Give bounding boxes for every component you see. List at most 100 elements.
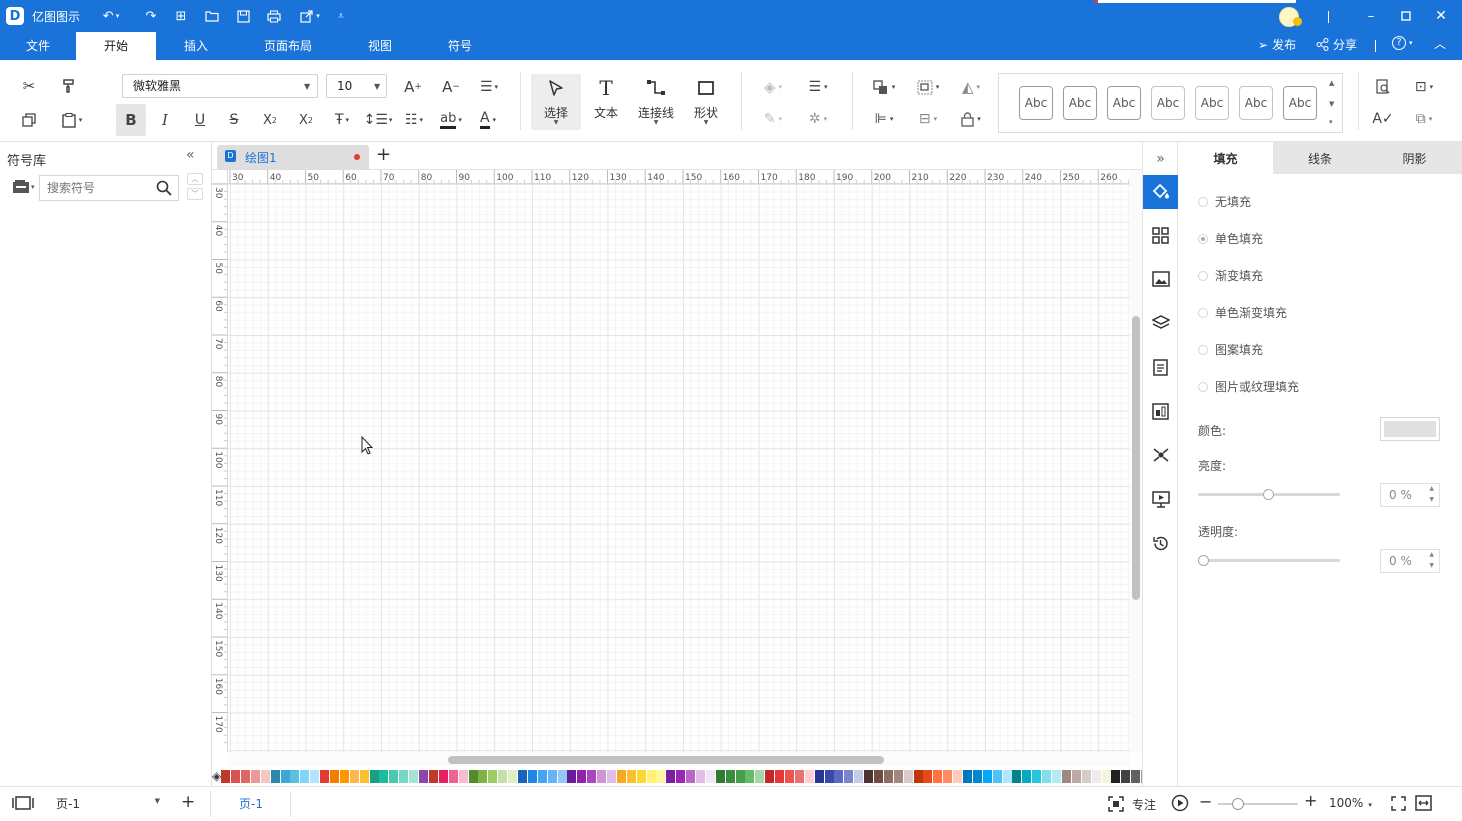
- zoom-slider-thumb[interactable]: [1232, 798, 1244, 810]
- palette-swatch[interactable]: [1131, 769, 1141, 783]
- palette-swatch[interactable]: [695, 769, 705, 783]
- decrease-font-icon[interactable]: A −: [440, 76, 462, 98]
- fullscreen-icon[interactable]: [1391, 796, 1406, 814]
- export-icon[interactable]: ▾: [296, 6, 324, 26]
- spell-check-icon[interactable]: A✓: [1372, 108, 1394, 130]
- maximize-icon[interactable]: [1395, 6, 1417, 26]
- palette-swatch[interactable]: [597, 769, 607, 783]
- tab-line[interactable]: 线条: [1273, 142, 1367, 174]
- palette-swatch[interactable]: [428, 769, 438, 783]
- palette-swatch[interactable]: [775, 769, 785, 783]
- zoom-slider[interactable]: [1218, 798, 1298, 810]
- fill-option-gradient[interactable]: 渐变填充: [1198, 267, 1263, 284]
- mind-map-icon[interactable]: [1143, 438, 1178, 472]
- palette-swatch[interactable]: [1121, 769, 1131, 783]
- zoom-out-icon[interactable]: −: [1199, 792, 1212, 811]
- style-sample[interactable]: Abc: [1195, 86, 1229, 120]
- page-view-icon[interactable]: [12, 796, 34, 813]
- palette-swatch[interactable]: [854, 769, 864, 783]
- palette-swatch[interactable]: [260, 769, 270, 783]
- fill-option-none[interactable]: 无填充: [1198, 193, 1251, 210]
- line-spacing-icon[interactable]: ↕☰ ▾: [362, 108, 394, 132]
- palette-swatch[interactable]: [379, 769, 389, 783]
- palette-swatch[interactable]: [320, 769, 330, 783]
- undo-icon[interactable]: ↶ ▾: [100, 6, 122, 26]
- palette-swatch[interactable]: [616, 769, 626, 783]
- palette-swatch[interactable]: [250, 769, 260, 783]
- palette-swatch[interactable]: [982, 769, 992, 783]
- palette-swatch[interactable]: [438, 769, 448, 783]
- menu-tab-page-layout[interactable]: 页面布局: [236, 32, 340, 60]
- palette-swatch[interactable]: [547, 769, 557, 783]
- save-icon[interactable]: [232, 6, 254, 26]
- focus-mode-icon[interactable]: [1108, 796, 1124, 815]
- spinner-up-icon[interactable]: ▲: [1429, 551, 1434, 559]
- library-manager-icon[interactable]: ▾: [13, 180, 35, 193]
- palette-swatch[interactable]: [478, 769, 488, 783]
- palette-swatch[interactable]: [488, 769, 498, 783]
- redo-icon[interactable]: ↷: [140, 6, 162, 26]
- vertical-scrollbar-thumb[interactable]: [1132, 316, 1140, 600]
- palette-swatch[interactable]: [349, 769, 359, 783]
- line-color-icon[interactable]: ✎ ▾: [756, 108, 790, 130]
- palette-swatch[interactable]: [844, 769, 854, 783]
- menu-tab-view[interactable]: 视图: [340, 32, 420, 60]
- palette-swatch[interactable]: [874, 769, 884, 783]
- fill-option-picture[interactable]: 图片或纹理填充: [1198, 378, 1299, 395]
- palette-swatch[interactable]: [1071, 769, 1081, 783]
- highlight-color-icon[interactable]: ab ▾: [434, 108, 468, 132]
- palette-swatch[interactable]: [923, 769, 933, 783]
- new-tab-icon[interactable]: +: [376, 144, 391, 165]
- page-tab[interactable]: 页-1: [239, 795, 263, 812]
- palette-swatch[interactable]: [943, 769, 953, 783]
- palette-swatch[interactable]: [666, 769, 676, 783]
- connector-tool-button[interactable]: 连接线 ▼: [631, 74, 681, 130]
- palette-swatch[interactable]: [765, 769, 775, 783]
- palette-swatch[interactable]: [686, 769, 696, 783]
- collapse-ribbon-icon[interactable]: ︿: [1434, 35, 1446, 52]
- palette-swatch[interactable]: [409, 769, 419, 783]
- palette-swatch[interactable]: [656, 769, 666, 783]
- palette-swatch[interactable]: [359, 769, 369, 783]
- crop-icon[interactable]: ⊡ ▾: [1408, 76, 1440, 98]
- spinner-down-icon[interactable]: ▼: [1429, 562, 1434, 570]
- palette-swatch[interactable]: [1012, 769, 1022, 783]
- vertical-scrollbar[interactable]: [1130, 170, 1142, 752]
- fill-option-single-gradient[interactable]: 单色渐变填充: [1198, 304, 1287, 321]
- shape-tool-button[interactable]: 形状 ▼: [681, 74, 731, 130]
- search-icon[interactable]: [156, 180, 172, 199]
- arrange-icon[interactable]: ▾: [868, 76, 900, 98]
- style-sample[interactable]: Abc: [1283, 86, 1317, 120]
- italic-button[interactable]: I: [154, 108, 176, 132]
- palette-swatch[interactable]: [221, 769, 231, 783]
- expand-panel-icon[interactable]: »: [1143, 142, 1178, 176]
- palette-swatch[interactable]: [1052, 769, 1062, 783]
- flip-icon[interactable]: ◭ ▾: [955, 76, 987, 98]
- palette-swatch[interactable]: [339, 769, 349, 783]
- text-direction-icon[interactable]: Ŧ ▾: [327, 108, 357, 132]
- page-selector[interactable]: 页-1 ▼: [56, 795, 162, 813]
- palette-swatch[interactable]: [399, 769, 409, 783]
- palette-swatch[interactable]: [992, 769, 1002, 783]
- palette-swatch[interactable]: [755, 769, 765, 783]
- minimize-icon[interactable]: –: [1360, 6, 1382, 26]
- palette-swatch[interactable]: [745, 769, 755, 783]
- palette-swatch[interactable]: [735, 769, 745, 783]
- transparency-spinner[interactable]: 0 % ▲ ▼: [1380, 549, 1440, 573]
- font-color-icon[interactable]: A ▾: [472, 108, 504, 132]
- history-icon[interactable]: [1143, 526, 1178, 560]
- focus-mode-label[interactable]: 专注: [1132, 796, 1156, 813]
- color-picker[interactable]: [1380, 417, 1440, 441]
- font-family-select[interactable]: 微软雅黑: [122, 74, 318, 98]
- palette-swatch[interactable]: [636, 769, 646, 783]
- find-replace-icon[interactable]: [1372, 76, 1394, 98]
- palette-swatch[interactable]: [883, 769, 893, 783]
- palette-swatch[interactable]: [972, 769, 982, 783]
- share-button[interactable]: 分享: [1316, 36, 1357, 53]
- collapse-panel-icon[interactable]: «: [186, 147, 195, 163]
- fill-option-pattern[interactable]: 图案填充: [1198, 341, 1263, 358]
- gallery-scroll-down-icon[interactable]: ▼: [1329, 100, 1334, 108]
- page-notes-icon[interactable]: [1143, 350, 1178, 384]
- palette-swatch[interactable]: [903, 769, 913, 783]
- paste-icon[interactable]: ▾: [56, 110, 88, 130]
